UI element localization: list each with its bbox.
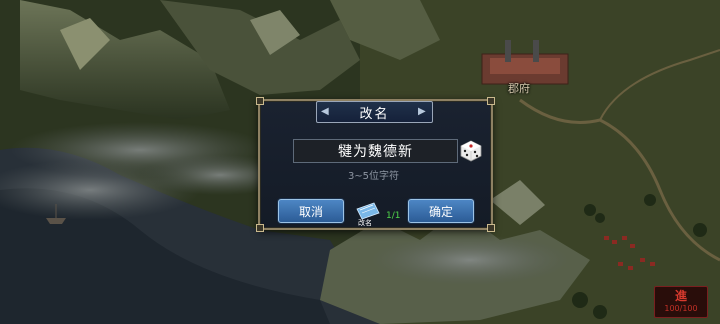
fort-label[interactable]: 郡府	[508, 80, 530, 96]
name-input-value: 犍为魏德新	[338, 144, 413, 160]
ticket-label: 改名	[358, 219, 372, 227]
frame-corner	[256, 97, 264, 105]
confirm-button[interactable]: 确定	[408, 199, 474, 223]
name-length-hint: 3~5位字符	[347, 171, 400, 182]
frame-corner	[487, 97, 495, 105]
advance-label: 進	[674, 289, 687, 303]
ticket-count: 1/1	[386, 211, 401, 221]
right-ornament-icon: ▶	[418, 106, 426, 117]
cancel-button[interactable]: 取消	[278, 199, 344, 223]
rename-dialog: ◀ 改名 ▶ 犍为魏德新 3~5位字符 取消 改名 1/1 确定	[256, 97, 495, 232]
name-input[interactable]: 犍为魏德新	[293, 139, 458, 163]
advance-button[interactable]: 進 100/100	[654, 286, 708, 318]
game-screen: 郡府 ◀ 改名 ▶ 犍为魏德新 3~5位字符 取消 改名 1/1 确定 進 10…	[0, 0, 720, 324]
frame-corner	[487, 224, 495, 232]
dialog-title: 改名	[359, 106, 390, 122]
dialog-title-plate: ◀ 改名 ▶	[316, 101, 433, 123]
dice-icon[interactable]	[460, 140, 482, 162]
left-ornament-icon: ◀	[321, 106, 329, 117]
advance-counter: 100/100	[664, 304, 698, 313]
frame-corner	[256, 224, 264, 232]
